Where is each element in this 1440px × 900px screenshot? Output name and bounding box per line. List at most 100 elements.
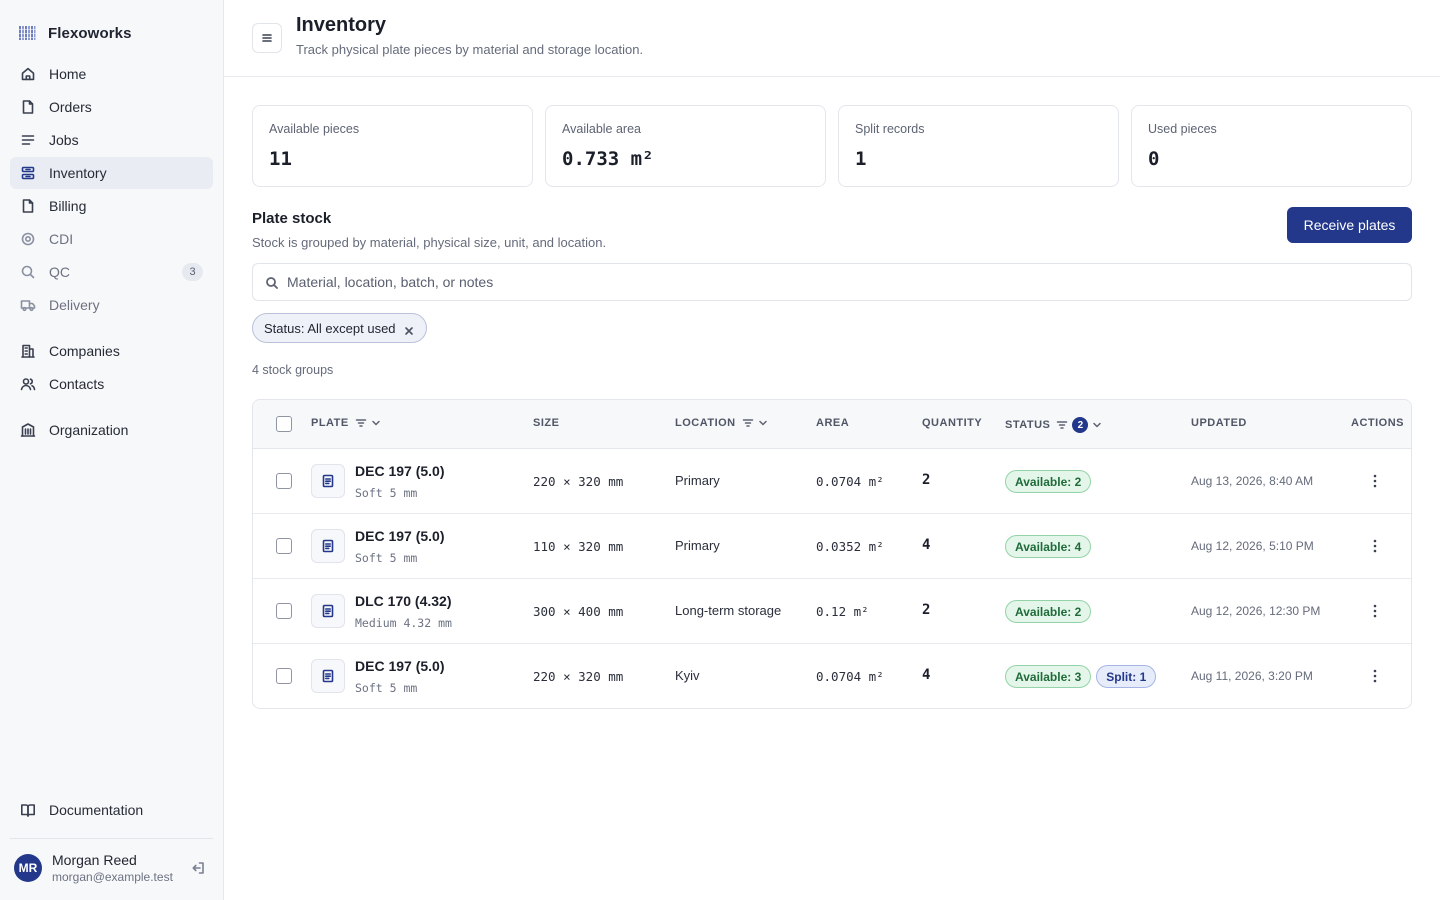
- filter-icon[interactable]: [355, 417, 367, 429]
- search-input[interactable]: [287, 264, 1397, 300]
- sidebar-item-label: Inventory: [49, 165, 107, 181]
- sidebar-item-label: Jobs: [49, 132, 79, 148]
- brand[interactable]: Flexoworks: [18, 22, 132, 44]
- row-checkbox[interactable]: [276, 473, 292, 489]
- sidebar-toggle-button[interactable]: [252, 23, 282, 53]
- sidebar: Flexoworks Home Orders Jobs Inventory Bi…: [0, 0, 224, 900]
- stat-card-used-pieces: Used pieces 0: [1131, 105, 1412, 187]
- user-profile[interactable]: MR Morgan Reed morgan@example.test: [14, 850, 214, 886]
- sidebar-item-home[interactable]: Home: [10, 58, 213, 90]
- plate-document-icon: [311, 464, 345, 498]
- receive-plates-button[interactable]: Receive plates: [1287, 207, 1412, 243]
- plate-name[interactable]: DEC 197 (5.0): [355, 528, 444, 544]
- row-actions-button[interactable]: [1365, 471, 1385, 491]
- chevron-down-icon[interactable]: [1092, 420, 1102, 430]
- plate-material: Soft 5 mm: [355, 551, 418, 565]
- column-label: UPDATED: [1191, 417, 1247, 429]
- plate-name[interactable]: DEC 197 (5.0): [355, 463, 444, 479]
- column-label: PLATE: [311, 417, 349, 429]
- sidebar-item-label: CDI: [49, 231, 74, 247]
- filter-icon[interactable]: [742, 417, 754, 429]
- column-header-status[interactable]: STATUS 2: [1005, 417, 1102, 433]
- updated-timestamp: Aug 11, 2026, 3:20 PM: [1191, 669, 1313, 683]
- user-info: Morgan Reed morgan@example.test: [52, 852, 173, 885]
- column-header-quantity: QUANTITY: [922, 417, 982, 429]
- more-vertical-icon: [1373, 474, 1377, 488]
- table-row[interactable]: DLC 170 (4.32) Medium 4.32 mm 300 × 400 …: [253, 579, 1411, 644]
- search-box: [252, 263, 1412, 301]
- sidebar-item-companies[interactable]: Companies: [10, 335, 213, 367]
- search-icon: [265, 276, 279, 290]
- stat-label: Split records: [855, 122, 925, 136]
- column-header-location[interactable]: LOCATION: [675, 417, 768, 429]
- sidebar-item-label: Companies: [49, 343, 120, 359]
- plate-name[interactable]: DEC 197 (5.0): [355, 658, 444, 674]
- stat-value: 1: [855, 148, 867, 170]
- flexoworks-logo-icon: [18, 26, 36, 40]
- column-header-area: AREA: [816, 417, 849, 429]
- sidebar-item-label: Delivery: [49, 297, 100, 313]
- row-checkbox[interactable]: [276, 538, 292, 554]
- sidebar-item-label: Orders: [49, 99, 92, 115]
- sidebar-item-qc[interactable]: QC 3: [10, 256, 213, 288]
- sidebar-item-jobs[interactable]: Jobs: [10, 124, 213, 156]
- file-icon: [20, 99, 36, 115]
- sidebar-item-contacts[interactable]: Contacts: [10, 368, 213, 400]
- stat-label: Available pieces: [269, 122, 360, 136]
- more-vertical-icon: [1373, 539, 1377, 553]
- chevron-down-icon[interactable]: [371, 418, 381, 428]
- stat-label: Available area: [562, 122, 641, 136]
- user-name: Morgan Reed: [52, 851, 137, 868]
- table-row[interactable]: DEC 197 (5.0) Soft 5 mm 220 × 320 mm Pri…: [253, 449, 1411, 514]
- main-content: Inventory Track physical plate pieces by…: [224, 0, 1440, 900]
- page-subtitle: Track physical plate pieces by material …: [296, 42, 644, 57]
- page-header: Inventory Track physical plate pieces by…: [224, 0, 1440, 77]
- status-badge-available: Available: 2: [1005, 470, 1092, 493]
- sidebar-item-orders[interactable]: Orders: [10, 91, 213, 123]
- status-filter-chip[interactable]: Status: All except used: [252, 313, 427, 343]
- qc-count-badge: 3: [182, 263, 203, 281]
- plate-document-icon: [311, 529, 345, 563]
- close-icon[interactable]: [404, 323, 414, 335]
- sidebar-item-label: Organization: [49, 422, 129, 438]
- sidebar-item-label: Home: [49, 66, 87, 82]
- column-label: AREA: [816, 417, 850, 429]
- row-checkbox[interactable]: [276, 668, 292, 684]
- row-actions-button[interactable]: [1365, 601, 1385, 621]
- chevron-down-icon[interactable]: [758, 418, 768, 428]
- row-checkbox[interactable]: [276, 603, 292, 619]
- column-header-updated: UPDATED: [1191, 417, 1247, 429]
- table-row[interactable]: DEC 197 (5.0) Soft 5 mm 220 × 320 mm Kyi…: [253, 644, 1411, 708]
- select-all-checkbox[interactable]: [276, 416, 292, 432]
- row-actions-button[interactable]: [1365, 536, 1385, 556]
- sidebar-item-cdi[interactable]: CDI: [10, 223, 213, 255]
- row-actions-button[interactable]: [1365, 666, 1385, 686]
- sidebar-item-label: Documentation: [49, 802, 144, 818]
- plate-size: 110 × 320 mm: [533, 539, 624, 554]
- sidebar-item-documentation[interactable]: Documentation: [10, 794, 213, 826]
- updated-timestamp: Aug 12, 2026, 5:10 PM: [1191, 539, 1314, 553]
- status-badge-available: Available: 4: [1005, 535, 1092, 558]
- status-badge-split: Split: 1: [1096, 665, 1157, 688]
- plate-document-icon: [311, 659, 345, 693]
- plate-location: Primary: [675, 538, 720, 553]
- stat-card-available-pieces: Available pieces 11: [252, 105, 533, 187]
- user-email: morgan@example.test: [52, 869, 173, 884]
- column-header-plate[interactable]: PLATE: [311, 417, 381, 429]
- table-row[interactable]: DEC 197 (5.0) Soft 5 mm 110 × 320 mm Pri…: [253, 514, 1411, 579]
- chip-label: Status: All except used: [264, 320, 396, 336]
- filter-icon[interactable]: [1056, 419, 1068, 431]
- menu-icon: [262, 34, 272, 42]
- sidebar-item-billing[interactable]: Billing: [10, 190, 213, 222]
- plate-name[interactable]: DLC 170 (4.32): [355, 593, 451, 609]
- list-icon: [20, 132, 36, 148]
- sidebar-item-delivery[interactable]: Delivery: [10, 289, 213, 321]
- logout-icon[interactable]: [190, 860, 206, 876]
- target-icon: [20, 231, 36, 247]
- stat-value: 11: [269, 148, 292, 170]
- sidebar-item-inventory[interactable]: Inventory: [10, 157, 213, 189]
- sidebar-item-label: Contacts: [49, 376, 105, 392]
- status-badges: Available: 3 Split: 1: [1005, 665, 1157, 688]
- sidebar-item-organization[interactable]: Organization: [10, 414, 213, 446]
- stat-value: 0.733 m²: [562, 148, 654, 170]
